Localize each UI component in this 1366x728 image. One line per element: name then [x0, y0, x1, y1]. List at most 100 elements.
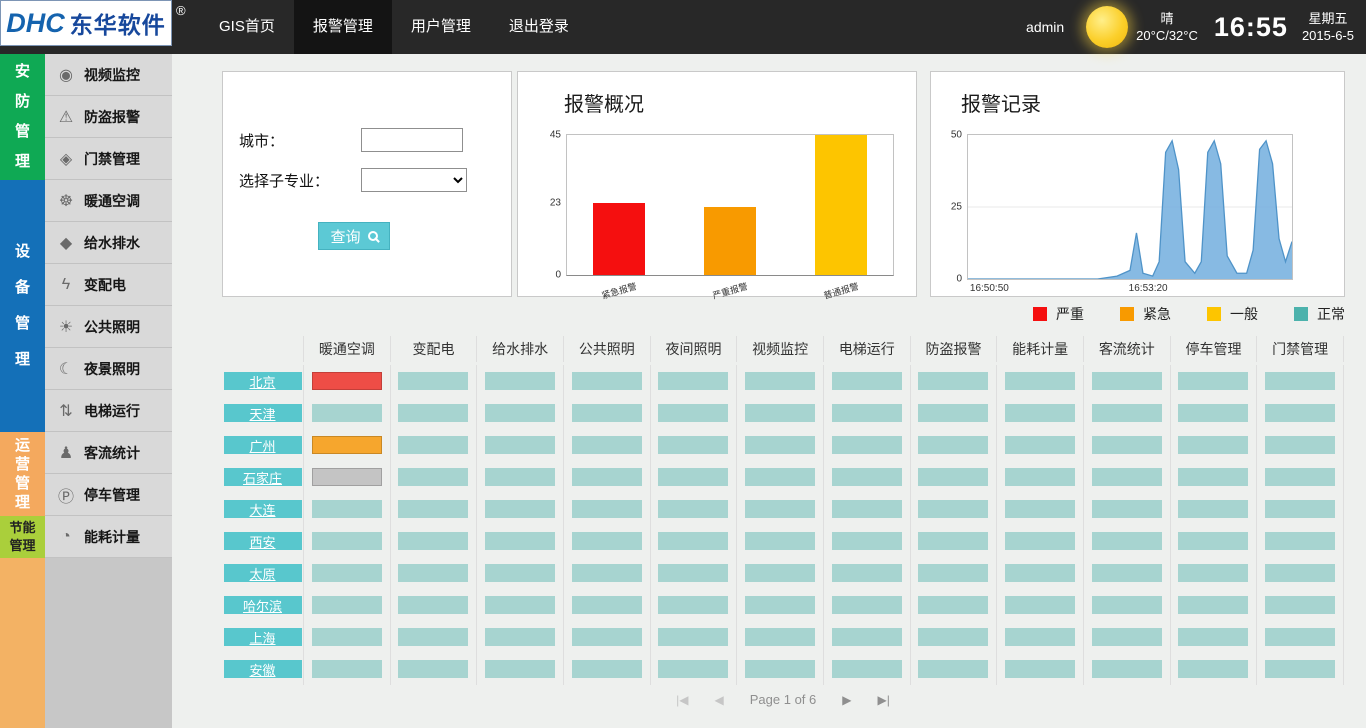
status-cell-normal[interactable]: [312, 596, 382, 614]
query-button[interactable]: 查询: [318, 222, 390, 250]
sidebar-item-1-5[interactable]: ⇅电梯运行: [45, 390, 172, 432]
status-cell-normal[interactable]: [832, 660, 902, 678]
status-cell-normal[interactable]: [1178, 596, 1248, 614]
status-cell-normal[interactable]: [1265, 596, 1335, 614]
status-cell-normal[interactable]: [312, 404, 382, 422]
city-link[interactable]: 石家庄: [224, 468, 302, 486]
status-cell-normal[interactable]: [1265, 660, 1335, 678]
status-cell-normal[interactable]: [312, 660, 382, 678]
status-cell-normal[interactable]: [832, 628, 902, 646]
status-cell-normal[interactable]: [572, 596, 642, 614]
status-cell-normal[interactable]: [1178, 628, 1248, 646]
status-cell-normal[interactable]: [572, 532, 642, 550]
status-cell-normal[interactable]: [485, 532, 555, 550]
city-link[interactable]: 安徽: [224, 660, 302, 678]
sidebar-item-2-1[interactable]: Ⓟ停车管理: [45, 474, 172, 516]
status-cell-normal[interactable]: [485, 372, 555, 390]
status-cell-normal[interactable]: [572, 404, 642, 422]
status-cell-normal[interactable]: [572, 436, 642, 454]
status-cell-normal[interactable]: [918, 468, 988, 486]
status-cell-normal[interactable]: [1265, 436, 1335, 454]
status-cell-normal[interactable]: [918, 628, 988, 646]
status-cell-normal[interactable]: [398, 660, 468, 678]
prev-page-button[interactable]: ◀: [715, 693, 724, 707]
city-link[interactable]: 上海: [224, 628, 302, 646]
status-cell-normal[interactable]: [1005, 404, 1075, 422]
status-cell-normal[interactable]: [572, 628, 642, 646]
sidebar-item-1-1[interactable]: ◆给水排水: [45, 222, 172, 264]
status-cell-normal[interactable]: [1005, 532, 1075, 550]
sidebar-item-1-0[interactable]: ☸暖通空调: [45, 180, 172, 222]
status-cell-normal[interactable]: [485, 468, 555, 486]
status-cell-normal[interactable]: [745, 372, 815, 390]
status-cell-normal[interactable]: [1092, 372, 1162, 390]
status-cell-normal[interactable]: [1178, 468, 1248, 486]
status-cell-urgent[interactable]: [312, 436, 382, 454]
status-cell-normal[interactable]: [745, 532, 815, 550]
status-cell-normal[interactable]: [918, 436, 988, 454]
sidebar-item-2-0[interactable]: ♟客流统计: [45, 432, 172, 474]
city-link[interactable]: 天津: [224, 404, 302, 422]
city-link[interactable]: 太原: [224, 564, 302, 582]
status-cell-normal[interactable]: [1092, 532, 1162, 550]
status-cell-normal[interactable]: [918, 596, 988, 614]
status-cell-normal[interactable]: [1005, 596, 1075, 614]
status-cell-normal[interactable]: [1005, 500, 1075, 518]
status-cell-normal[interactable]: [658, 660, 728, 678]
status-cell-normal[interactable]: [745, 468, 815, 486]
status-cell-normal[interactable]: [398, 404, 468, 422]
status-cell-normal[interactable]: [832, 532, 902, 550]
status-cell-normal[interactable]: [1092, 564, 1162, 582]
status-cell-normal[interactable]: [658, 372, 728, 390]
status-cell-normal[interactable]: [1265, 532, 1335, 550]
status-cell-normal[interactable]: [398, 596, 468, 614]
status-cell-normal[interactable]: [1178, 500, 1248, 518]
status-cell-normal[interactable]: [398, 436, 468, 454]
status-cell-normal[interactable]: [1265, 404, 1335, 422]
status-cell-normal[interactable]: [918, 532, 988, 550]
status-cell-normal[interactable]: [1092, 468, 1162, 486]
status-cell-normal[interactable]: [1092, 436, 1162, 454]
sidebar-item-1-4[interactable]: ☾夜景照明: [45, 348, 172, 390]
status-cell-normal[interactable]: [1092, 500, 1162, 518]
status-cell-normal[interactable]: [918, 564, 988, 582]
status-cell-normal[interactable]: [312, 500, 382, 518]
status-cell-normal[interactable]: [1178, 436, 1248, 454]
status-cell-normal[interactable]: [832, 500, 902, 518]
status-cell-normal[interactable]: [745, 564, 815, 582]
status-cell-normal[interactable]: [1005, 468, 1075, 486]
status-cell-normal[interactable]: [485, 436, 555, 454]
status-cell-normal[interactable]: [658, 532, 728, 550]
status-cell-normal[interactable]: [658, 628, 728, 646]
status-cell-normal[interactable]: [312, 628, 382, 646]
status-cell-normal[interactable]: [658, 404, 728, 422]
status-cell-normal[interactable]: [1005, 628, 1075, 646]
nav-item-gis-home[interactable]: GIS首页: [200, 0, 294, 54]
status-cell-offline[interactable]: [312, 468, 382, 486]
status-cell-normal[interactable]: [398, 468, 468, 486]
city-link[interactable]: 哈尔滨: [224, 596, 302, 614]
status-cell-normal[interactable]: [572, 500, 642, 518]
first-page-button[interactable]: |◀: [676, 693, 688, 707]
status-cell-normal[interactable]: [918, 660, 988, 678]
status-cell-normal[interactable]: [918, 404, 988, 422]
status-cell-normal[interactable]: [485, 628, 555, 646]
sidebar-item-0-1[interactable]: ⚠防盗报警: [45, 96, 172, 138]
status-cell-normal[interactable]: [398, 628, 468, 646]
status-cell-normal[interactable]: [1092, 404, 1162, 422]
nav-item-logout[interactable]: 退出登录: [490, 0, 588, 54]
status-cell-normal[interactable]: [832, 372, 902, 390]
status-cell-normal[interactable]: [572, 660, 642, 678]
status-cell-normal[interactable]: [398, 532, 468, 550]
city-link[interactable]: 北京: [224, 372, 302, 390]
last-page-button[interactable]: ▶|: [877, 693, 889, 707]
status-cell-normal[interactable]: [1092, 596, 1162, 614]
status-cell-normal[interactable]: [658, 436, 728, 454]
sidebar-item-0-0[interactable]: ◉视频监控: [45, 54, 172, 96]
status-cell-normal[interactable]: [485, 660, 555, 678]
city-link[interactable]: 广州: [224, 436, 302, 454]
status-cell-normal[interactable]: [832, 468, 902, 486]
next-page-button[interactable]: ▶: [842, 693, 851, 707]
status-cell-normal[interactable]: [572, 372, 642, 390]
status-cell-normal[interactable]: [1005, 436, 1075, 454]
